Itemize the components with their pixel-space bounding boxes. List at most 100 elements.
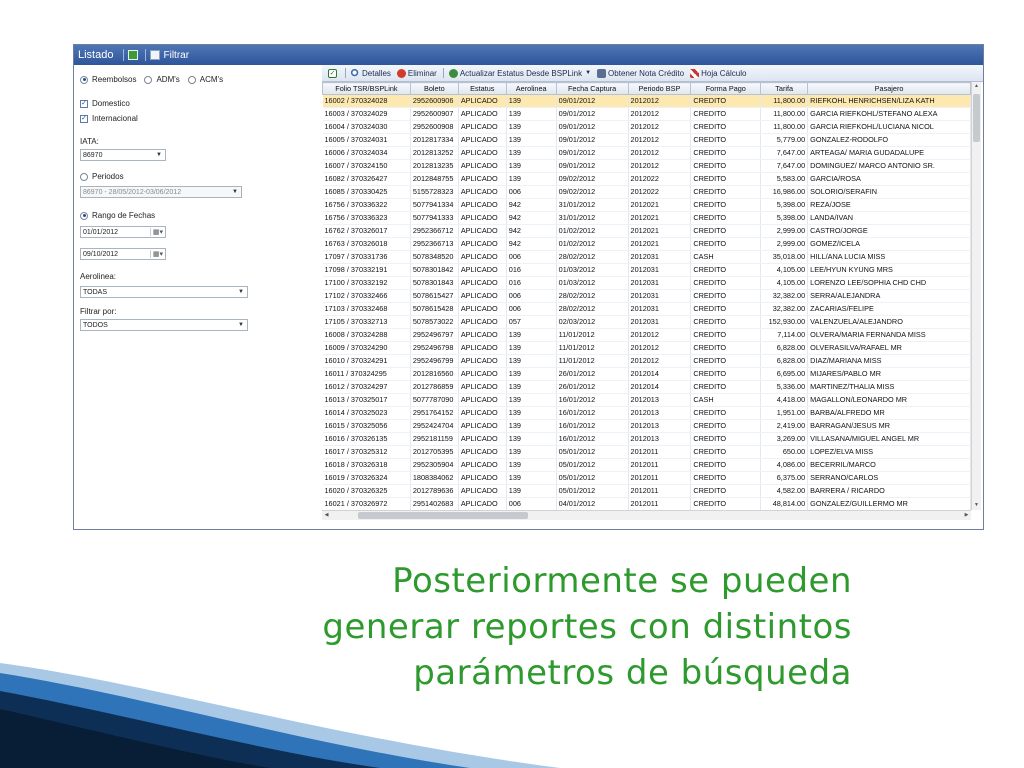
table-cell: 2952496799 — [410, 354, 459, 368]
select-all-button[interactable]: ✓ — [328, 68, 339, 78]
table-row[interactable]: 16014 / 370325023 2951764152 APLICADO 139 16… — [322, 406, 971, 420]
table-row[interactable]: 17102 / 370332466 5078615427 APLICADO 006 28… — [322, 289, 971, 303]
scroll-down-icon[interactable]: ▼ — [972, 501, 981, 510]
table-row[interactable]: 16756 / 370336322 5077941334 APLICADO 942 31… — [322, 198, 971, 212]
table-cell: 2012031 — [628, 276, 692, 290]
date-to-picker[interactable]: 09/10/2012 ▦▾ — [80, 248, 166, 260]
column-header[interactable]: Folio TSR/BSPLink — [322, 82, 411, 95]
table-row[interactable]: 17103 / 370332468 5078615428 APLICADO 006 28… — [322, 302, 971, 316]
table-cell: 6,375.00 — [760, 471, 809, 485]
scroll-thumb[interactable] — [973, 94, 980, 142]
column-header[interactable]: Estatus — [457, 82, 507, 95]
detalles-button[interactable]: Detalles — [351, 68, 391, 78]
column-header[interactable]: Fecha Captura — [555, 82, 629, 95]
iata-select[interactable]: 86970 ▼ — [80, 149, 166, 161]
periodos-select[interactable]: 86970 - 28/05/2012-03/06/2012 ▼ — [80, 186, 242, 198]
table-cell: 31/01/2012 — [556, 211, 629, 225]
table-cell: 2012011 — [628, 484, 692, 498]
table-cell: 2012012 — [628, 133, 692, 147]
table-row[interactable]: 16085 / 370330425 5155728323 APLICADO 006 09… — [322, 185, 971, 199]
table-row[interactable]: 16013 / 370325017 5077787090 APLICADO 139 16… — [322, 393, 971, 407]
table-cell: 01/02/2012 — [556, 237, 629, 251]
table-cell: CREDITO — [690, 159, 762, 173]
table-row[interactable]: 16004 / 370324030 2952600908 APLICADO 139 09… — [322, 120, 971, 134]
chevron-down-icon[interactable]: ▼ — [585, 70, 591, 76]
table-row[interactable]: 16002 / 370324028 2952600906 APLICADO 139 09… — [322, 94, 971, 108]
radio-acms[interactable] — [187, 75, 196, 84]
column-header[interactable]: Pasajero — [807, 82, 971, 95]
table-row[interactable]: 16018 / 370326318 2952305904 APLICADO 139 05… — [322, 458, 971, 472]
column-header[interactable]: Periodo BSP — [627, 82, 692, 95]
table-row[interactable]: 16008 / 370324288 2952496797 APLICADO 139 11… — [322, 328, 971, 342]
scroll-up-icon[interactable]: ▲ — [972, 82, 981, 91]
table-row[interactable]: 16763 / 370326018 2952366713 APLICADO 942 01… — [322, 237, 971, 251]
table-row[interactable]: 16019 / 370326324 1808384062 APLICADO 139 05… — [322, 471, 971, 485]
table-row[interactable]: 17097 / 370331736 5078348520 APLICADO 006 28… — [322, 250, 971, 264]
table-row[interactable]: 16005 / 370324031 2012817334 APLICADO 139 09… — [322, 133, 971, 147]
radio-reembolsos[interactable] — [80, 75, 88, 84]
vertical-scrollbar[interactable]: ▲ ▼ — [971, 82, 981, 510]
scroll-right-icon[interactable]: ▶ — [962, 511, 971, 520]
table-cell: 01/03/2012 — [556, 263, 629, 277]
table-cell: APLICADO — [458, 354, 507, 368]
table-cell: DIAZ/MARIANA MISS — [807, 354, 971, 368]
radio-adms[interactable] — [144, 75, 153, 84]
filtrar-por-select[interactable]: TODOS ▼ — [80, 319, 248, 331]
table-cell: CREDITO — [690, 497, 762, 510]
table-row[interactable]: 16003 / 370324029 2952600907 APLICADO 139 09… — [322, 107, 971, 121]
table-row[interactable]: 16762 / 370326017 2952366712 APLICADO 942 01… — [322, 224, 971, 238]
table-row[interactable]: 16011 / 370324295 2012816560 APLICADO 139 26… — [322, 367, 971, 381]
table-row[interactable]: 16021 / 370326972 2951402683 APLICADO 006 04… — [322, 497, 971, 510]
table-row[interactable]: 16006 / 370324034 2012813252 APLICADO 139 09… — [322, 146, 971, 160]
date-from-picker[interactable]: 01/01/2012 ▦▾ — [80, 226, 166, 238]
domestico-checkbox[interactable]: ✓ — [80, 99, 88, 108]
column-header[interactable]: Aerolinea — [505, 82, 557, 95]
table-row[interactable]: 17105 / 370332713 5078573022 APLICADO 057 02… — [322, 315, 971, 329]
table-cell: 2012013 — [628, 406, 692, 420]
scroll-left-icon[interactable]: ◀ — [322, 511, 331, 520]
horizontal-scrollbar[interactable]: ◀ ▶ — [322, 510, 971, 520]
hoja-calculo-button[interactable]: Hoja Cálculo — [690, 68, 746, 78]
table-row[interactable]: 16012 / 370324297 2012786859 APLICADO 139 26… — [322, 380, 971, 394]
scroll-thumb[interactable] — [358, 512, 528, 519]
table-cell: 17098 / 370332191 — [322, 263, 411, 277]
internacional-checkbox[interactable]: ✓ — [80, 114, 88, 123]
filter-label[interactable]: Filtrar — [163, 50, 189, 61]
table-cell: 139 — [506, 146, 557, 160]
date-to-value: 09/10/2012 — [83, 250, 119, 258]
table-cell: 11/01/2012 — [556, 354, 629, 368]
table-row[interactable]: 17100 / 370332192 5078301843 APLICADO 016 01… — [322, 276, 971, 290]
filter-icon[interactable] — [150, 50, 161, 60]
table-row[interactable]: 16017 / 370325312 2012705395 APLICADO 139 05… — [322, 445, 971, 459]
calendar-icon[interactable]: ▦▾ — [149, 228, 165, 236]
calendar-icon[interactable]: ▦▾ — [149, 250, 165, 258]
table-cell: OLVERASILVA/RAFAEL MR — [807, 341, 971, 355]
column-header[interactable]: Forma Pago — [690, 82, 762, 95]
table-cell: 139 — [506, 341, 557, 355]
table-row[interactable]: 16009 / 370324290 2952496798 APLICADO 139 11… — [322, 341, 971, 355]
list-view-icon[interactable] — [128, 50, 139, 60]
table-cell: 016 — [506, 276, 557, 290]
column-header[interactable]: Boleto — [409, 82, 459, 95]
radio-rango-fechas[interactable] — [80, 211, 88, 220]
table-row[interactable]: 16756 / 370336323 5077941333 APLICADO 942 31… — [322, 211, 971, 225]
obtener-nota-button[interactable]: Obtener Nota Crédito — [597, 68, 684, 78]
actualizar-button[interactable]: Actualizar Estatus Desde BSPLink ▼ — [448, 68, 591, 78]
table-row[interactable]: 16016 / 370326135 2952181159 APLICADO 139 16… — [322, 432, 971, 446]
table-cell: CREDITO — [690, 302, 762, 316]
table-row[interactable]: 17098 / 370332191 5078301842 APLICADO 016 01… — [322, 263, 971, 277]
radio-periodos[interactable] — [80, 172, 88, 181]
table-cell: 650.00 — [760, 445, 809, 459]
table-row[interactable]: 16015 / 370325056 2952424704 APLICADO 139 16… — [322, 419, 971, 433]
table-cell: 17097 / 370331736 — [322, 250, 411, 264]
table-row[interactable]: 16082 / 370326427 2012848755 APLICADO 139 09… — [322, 172, 971, 186]
table-cell: 32,382.00 — [760, 302, 809, 316]
table-cell: 942 — [506, 211, 557, 225]
table-cell: APLICADO — [458, 237, 507, 251]
table-row[interactable]: 16020 / 370326325 2012789636 APLICADO 139 05… — [322, 484, 971, 498]
column-header[interactable]: Tarifa — [760, 82, 809, 95]
aerolinea-select[interactable]: TODAS ▼ — [80, 286, 248, 298]
eliminar-button[interactable]: Eliminar — [396, 68, 437, 78]
table-row[interactable]: 16010 / 370324291 2952496799 APLICADO 139 11… — [322, 354, 971, 368]
table-row[interactable]: 16007 / 370324150 2012813235 APLICADO 139 09… — [322, 159, 971, 173]
